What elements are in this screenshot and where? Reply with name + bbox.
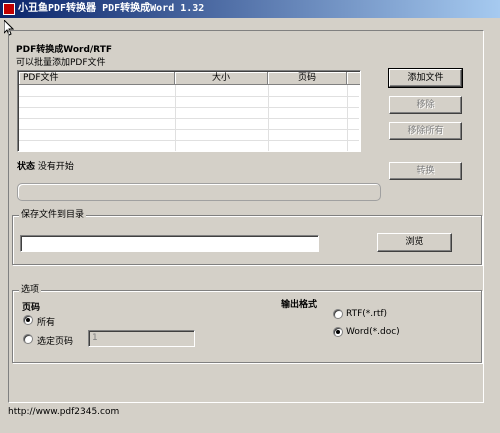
title-bar[interactable]: 小丑鱼PDF转换器 PDF转换成Word 1.32 — [0, 0, 500, 18]
column-header-pages[interactable]: 页码 — [268, 72, 347, 85]
word-format-radio[interactable] — [333, 327, 343, 337]
save-path-input[interactable] — [20, 235, 319, 252]
save-directory-legend: 保存文件到目录 — [19, 210, 87, 221]
selected-pages-label[interactable]: 选定页码 — [37, 334, 73, 347]
output-format-label: 输出格式 — [281, 300, 318, 310]
all-pages-radio[interactable] — [23, 315, 33, 325]
grid-line — [19, 140, 359, 141]
remove-button[interactable]: 移除 — [389, 96, 462, 114]
pages-label: 页码 — [22, 303, 41, 313]
all-pages-label[interactable]: 所有 — [37, 315, 55, 328]
window-title: 小丑鱼PDF转换器 PDF转换成Word 1.32 — [18, 3, 205, 14]
column-header-size[interactable]: 大小 — [175, 72, 268, 85]
grid-line — [19, 96, 359, 97]
options-group: 选项 — [12, 285, 482, 363]
grid-line — [19, 129, 359, 130]
app-icon — [3, 3, 15, 15]
page-heading: PDF转换成Word/RTF — [16, 45, 112, 55]
column-header-filler — [347, 72, 360, 85]
conversion-progress-bar — [17, 183, 381, 201]
add-file-button[interactable]: 添加文件 — [388, 68, 463, 88]
grid-line — [19, 118, 359, 119]
grid-line — [19, 107, 359, 108]
word-format-label[interactable]: Word(*.doc) — [346, 327, 400, 337]
selected-pages-input[interactable]: 1 — [88, 330, 195, 347]
website-link[interactable]: http://www.pdf2345.com — [8, 407, 119, 417]
pdf-file-list[interactable]: PDF文件 大小 页码 — [17, 70, 361, 152]
selected-pages-radio[interactable] — [23, 334, 33, 344]
column-header-pdf-file[interactable]: PDF文件 — [19, 72, 175, 85]
rtf-format-label[interactable]: RTF(*.rtf) — [346, 309, 387, 319]
remove-all-button[interactable]: 移除所有 — [389, 122, 462, 140]
status-value: 没有开始 — [37, 162, 74, 172]
options-legend: 选项 — [19, 285, 42, 296]
browse-button[interactable]: 浏览 — [377, 233, 452, 252]
status-label: 状态 — [17, 162, 36, 172]
page-subheading: 可以批量添加PDF文件 — [16, 58, 106, 68]
status-line: 状态 没有开始 — [17, 159, 74, 172]
rtf-format-radio[interactable] — [333, 309, 343, 319]
convert-button[interactable]: 转换 — [389, 162, 462, 180]
